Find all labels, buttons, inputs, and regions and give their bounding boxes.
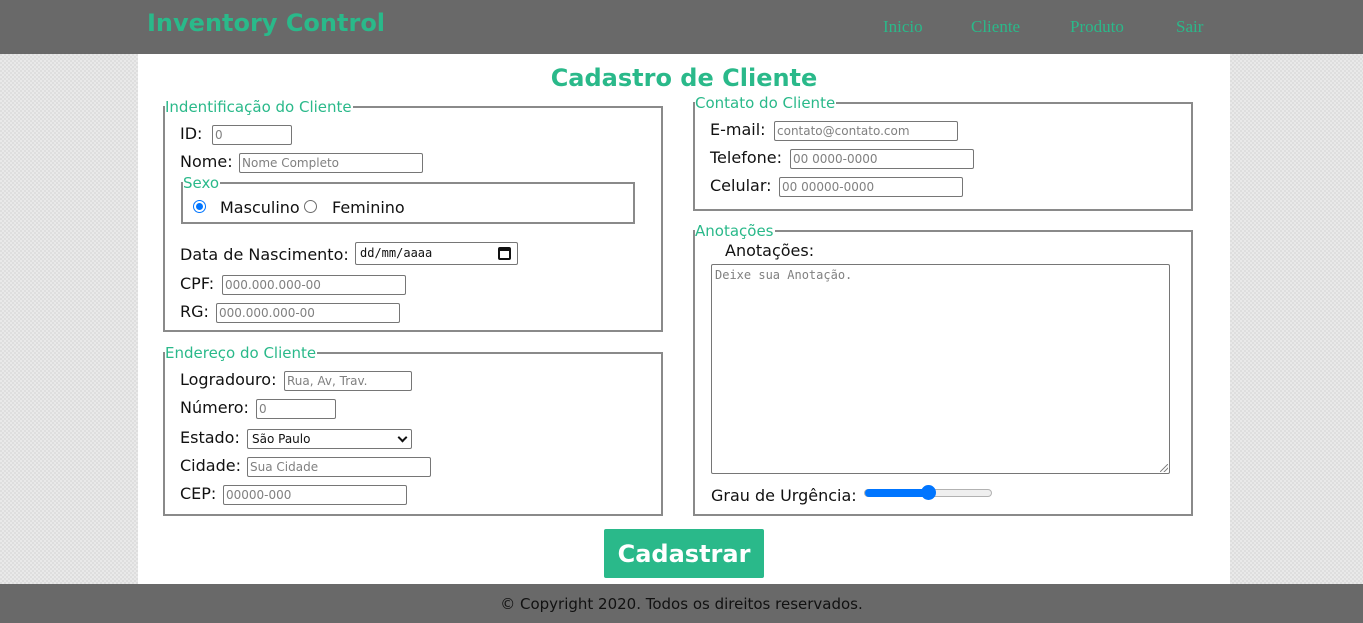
chevron-down-icon xyxy=(397,432,408,443)
resize-grip-icon[interactable] xyxy=(1160,464,1168,472)
radio-feminino[interactable] xyxy=(304,200,317,213)
celular-input[interactable] xyxy=(779,177,963,197)
id-label: ID: xyxy=(180,124,203,143)
fieldset-endereco: Endereço do Cliente Logradouro: Número: … xyxy=(163,344,663,516)
rg-input[interactable] xyxy=(216,303,400,323)
anotacoes-textarea[interactable] xyxy=(711,264,1170,474)
logradouro-input[interactable] xyxy=(284,371,412,391)
main-content: Cadastro de Cliente Indentificação do Cl… xyxy=(138,54,1230,584)
logradouro-label: Logradouro: xyxy=(180,370,277,389)
telefone-input[interactable] xyxy=(790,149,974,169)
email-label: E-mail: xyxy=(710,120,766,139)
cpf-input[interactable] xyxy=(222,275,406,295)
nav-link-produto[interactable]: Produto xyxy=(1070,17,1124,37)
cadastrar-button[interactable]: Cadastrar xyxy=(604,529,764,578)
cep-label: CEP: xyxy=(180,484,217,503)
legend-contato: Contato do Cliente xyxy=(695,94,837,112)
estado-label: Estado: xyxy=(180,428,240,447)
fieldset-identificacao: Indentificação do Cliente ID: Nome: Sexo… xyxy=(163,98,663,332)
nav-link-inicio[interactable]: Inicio xyxy=(883,17,923,37)
nav-link-cliente[interactable]: Cliente xyxy=(971,17,1020,37)
radio-masculino-label: Masculino xyxy=(220,198,300,217)
cep-input[interactable] xyxy=(223,485,407,505)
fieldset-sexo: Sexo Masculino Feminino xyxy=(181,174,635,224)
cidade-input[interactable] xyxy=(247,457,431,477)
numero-input[interactable] xyxy=(256,399,336,419)
urgencia-slider-thumb[interactable] xyxy=(920,485,936,500)
fieldset-anotacoes: Anotações Anotações: Grau de Urgência: xyxy=(693,222,1193,516)
numero-label: Número: xyxy=(180,398,249,417)
page-title: Cadastro de Cliente xyxy=(550,64,818,92)
radio-feminino-label: Feminino xyxy=(332,198,405,217)
nascimento-date-value: dd/mm/aaaa xyxy=(360,246,433,260)
cpf-label: CPF: xyxy=(180,274,215,293)
footer: © Copyright 2020. Todos os direitos rese… xyxy=(0,584,1363,623)
anotacoes-label: Anotações: xyxy=(725,241,815,260)
nav-link-sair[interactable]: Sair xyxy=(1176,17,1203,37)
estado-select-value: São Paulo xyxy=(252,432,311,446)
estado-select[interactable]: São Paulo xyxy=(247,429,412,449)
id-input[interactable] xyxy=(212,125,292,145)
nascimento-label: Data de Nascimento: xyxy=(180,245,349,264)
nome-label: Nome: xyxy=(180,152,233,171)
legend-sexo: Sexo xyxy=(183,174,221,192)
legend-identificacao: Indentificação do Cliente xyxy=(165,98,353,116)
legend-anotacoes: Anotações xyxy=(695,222,775,240)
calendar-icon[interactable] xyxy=(498,247,511,260)
radio-masculino[interactable] xyxy=(193,200,206,213)
email-input[interactable] xyxy=(774,121,958,141)
nascimento-date-input[interactable]: dd/mm/aaaa xyxy=(355,242,518,265)
telefone-label: Telefone: xyxy=(710,148,782,167)
urgencia-slider[interactable] xyxy=(864,485,992,500)
top-header: Inventory Control Inicio Cliente Produto… xyxy=(0,0,1363,54)
fieldset-contato: Contato do Cliente E-mail: Telefone: Cel… xyxy=(693,94,1193,211)
rg-label: RG: xyxy=(180,302,209,321)
copyright-text: © Copyright 2020. Todos os direitos rese… xyxy=(500,595,863,613)
main-nav: Inicio Cliente Produto Sair xyxy=(0,17,1363,39)
nome-input[interactable] xyxy=(239,153,423,173)
urgencia-slider-fill xyxy=(865,489,928,497)
celular-label: Celular: xyxy=(710,176,772,195)
legend-endereco: Endereço do Cliente xyxy=(165,344,318,362)
urgencia-label: Grau de Urgência: xyxy=(711,486,857,505)
cidade-label: Cidade: xyxy=(180,456,241,475)
